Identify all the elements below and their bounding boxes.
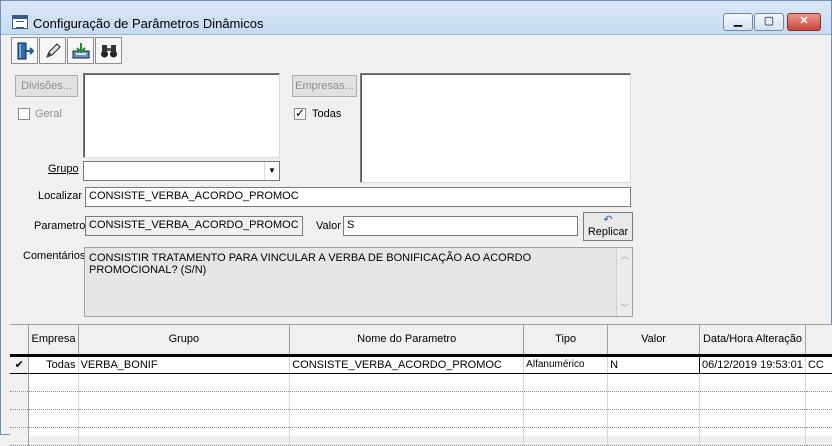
cell-extra[interactable]: CC	[805, 355, 832, 374]
cell-nome[interactable]: CONSISTE_VERBA_ACORDO_PROMOC	[289, 355, 525, 374]
save-tray-icon	[72, 43, 90, 59]
check-icon: ✔	[10, 355, 30, 374]
empresas-button[interactable]: Empresas...	[292, 75, 357, 97]
geral-checkbox[interactable]	[18, 108, 30, 120]
replicar-button[interactable]: ↶ Replicar	[583, 212, 633, 241]
cell-data[interactable]: 06/12/2019 19:53:01	[699, 355, 806, 374]
empresas-list[interactable]	[360, 73, 631, 183]
valor-label: Valor	[316, 220, 341, 232]
geral-label: Geral	[35, 108, 62, 120]
window-title: Configuração de Parâmetros Dinâmicos	[33, 16, 264, 31]
table-row[interactable]	[10, 409, 832, 428]
indicator-header	[10, 325, 30, 357]
comentarios-text: CONSISTIR TRATAMENTO PARA VINCULAR A VER…	[89, 252, 532, 276]
todas-label: Todas	[312, 108, 342, 120]
scroll-down-icon[interactable]: ﹀	[617, 302, 633, 314]
toolbar	[11, 37, 123, 65]
title-bar[interactable]: Configuração de Parâmetros Dinâmicos ▁ ▢…	[1, 1, 831, 35]
table-row[interactable]	[10, 427, 832, 446]
cell-tipo[interactable]: Alfanumérico	[523, 355, 609, 374]
exit-door-icon	[17, 42, 34, 60]
parametros-table: Empresa Grupo Nome do Parametro Tipo Val…	[10, 325, 832, 446]
edit-button[interactable]	[39, 37, 66, 64]
grupo-combo[interactable]: ▼	[83, 161, 280, 181]
cell-grupo[interactable]: VERBA_BONIF	[78, 355, 291, 374]
main-window: Configuração de Parâmetros Dinâmicos ▁ ▢…	[0, 0, 832, 446]
parametro-field: CONSISTE_VERBA_ACORDO_PROMOC	[85, 216, 303, 236]
exit-button[interactable]	[11, 37, 38, 64]
parametro-label: Parametro	[34, 220, 86, 232]
binoculars-icon	[101, 45, 117, 58]
comentarios-scrollbar[interactable]: ︿ ﹀	[616, 248, 632, 316]
search-button[interactable]	[95, 37, 122, 64]
comentarios-memo[interactable]: CONSISTIR TRATAMENTO PARA VINCULAR A VER…	[84, 247, 633, 317]
save-button[interactable]	[67, 37, 94, 64]
localizar-input[interactable]: CONSISTE_VERBA_ACORDO_PROMOC	[85, 187, 631, 207]
cell-empresa[interactable]: Todas	[28, 355, 79, 374]
col-empresa-header[interactable]: Empresa	[28, 325, 79, 357]
localizar-label: Localizar	[38, 190, 83, 202]
grid-header-row: Empresa Grupo Nome do Parametro Tipo Val…	[10, 325, 832, 357]
table-window-icon	[12, 15, 28, 29]
maximize-button[interactable]: ▢	[754, 13, 784, 31]
comentarios-label: Comentários	[23, 250, 86, 262]
todas-checkbox[interactable]	[294, 106, 306, 120]
col-valor-header[interactable]: Valor	[607, 325, 700, 357]
divisoes-button[interactable]: Divisões...	[15, 75, 78, 97]
undo-arrow-icon: ↶	[603, 214, 613, 226]
col-nome-header[interactable]: Nome do Parametro	[289, 325, 525, 357]
replicar-label: Replicar	[587, 226, 629, 238]
col-data-header[interactable]: Data/Hora Alteração	[699, 325, 806, 357]
cell-valor[interactable]: N	[607, 355, 700, 374]
close-button[interactable]: ✕	[787, 13, 821, 31]
minimize-button[interactable]: ▁	[723, 13, 753, 31]
divisoes-list[interactable]	[83, 73, 280, 158]
grupo-label: Grupo	[48, 163, 79, 175]
col-extra-header[interactable]	[805, 325, 832, 357]
valor-input[interactable]: S	[343, 216, 578, 236]
chevron-down-icon[interactable]: ▼	[264, 162, 279, 180]
parametros-grid: Empresa Grupo Nome do Parametro Tipo Val…	[10, 324, 832, 446]
col-tipo-header[interactable]: Tipo	[523, 325, 609, 357]
pencil-icon	[46, 43, 61, 58]
scroll-up-icon[interactable]: ︿	[617, 250, 633, 262]
table-row[interactable]	[10, 391, 832, 410]
table-row[interactable]: ✔ Todas VERBA_BONIF CONSISTE_VERBA_ACORD…	[10, 355, 832, 374]
table-row[interactable]	[10, 373, 832, 392]
col-grupo-header[interactable]: Grupo	[78, 325, 291, 357]
